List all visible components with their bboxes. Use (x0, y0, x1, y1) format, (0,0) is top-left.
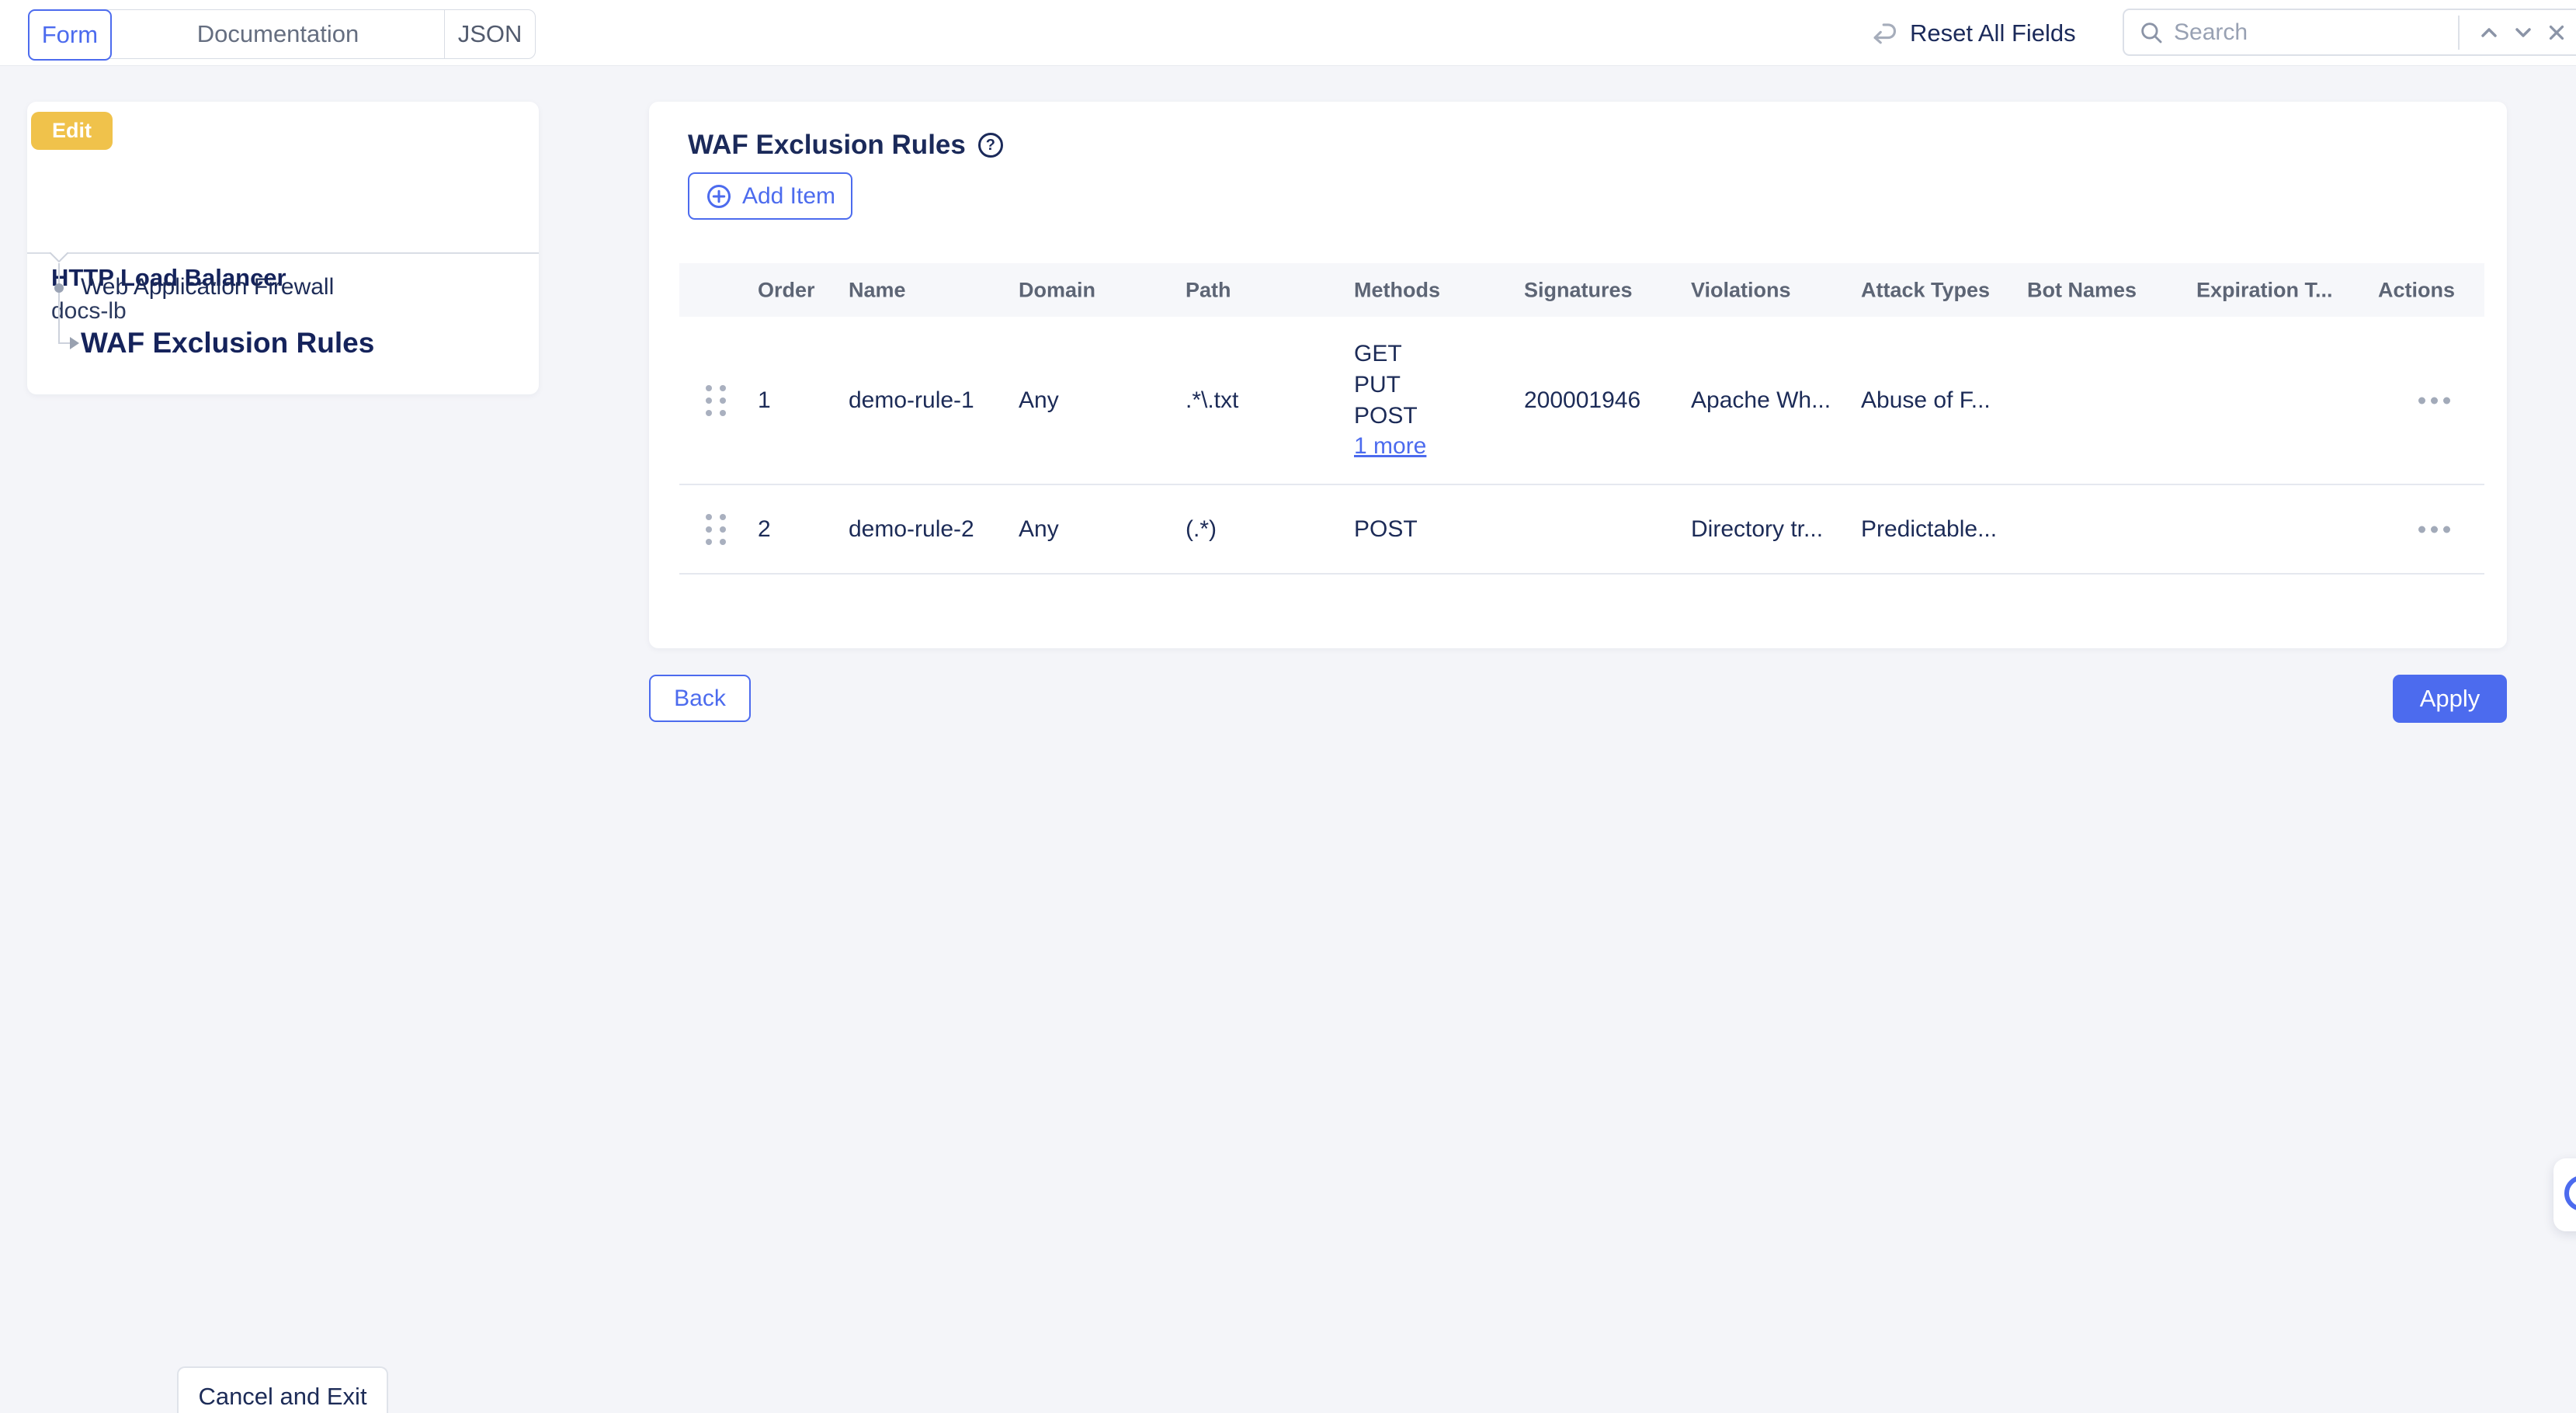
edit-mode-badge: Edit (31, 112, 113, 150)
exclusion-rules-table: Order Name Domain Path Methods Signature… (679, 263, 2484, 575)
column-header-path: Path (1186, 278, 1231, 302)
waf-exclusion-rules-panel: WAF Exclusion Rules ? Add Item Order Nam… (649, 102, 2507, 648)
column-header-methods: Methods (1354, 278, 1440, 302)
table-row: 2 demo-rule-2 Any (.*) POST Directory tr… (679, 485, 2484, 575)
cell-order: 2 (758, 516, 771, 543)
tab-json[interactable]: JSON (444, 10, 535, 58)
sidebar-item-web-application-firewall[interactable]: Web Application Firewall (81, 274, 334, 300)
column-header-violations: Violations (1691, 278, 1791, 302)
section-heading-row: WAF Exclusion Rules ? (688, 130, 1003, 161)
cancel-and-exit-button[interactable]: Cancel and Exit (177, 1366, 388, 1413)
method-value: GET (1354, 338, 1426, 370)
reset-undo-icon (1870, 19, 1899, 48)
object-summary-panel: Edit HTTP Load Balancer docs-lb Web Appl… (27, 102, 539, 394)
cell-signatures: 200001946 (1524, 387, 1640, 414)
tree-connector-line (58, 263, 60, 344)
column-header-signatures: Signatures (1524, 278, 1633, 302)
cell-attack-types: Predictable... (1861, 516, 1997, 543)
search-input[interactable] (2174, 19, 2453, 46)
top-toolbar: Form Documentation JSON Reset All Fields (0, 0, 2576, 66)
reset-all-fields-button[interactable]: Reset All Fields (1870, 0, 2076, 66)
row-actions-menu-icon[interactable] (2412, 391, 2456, 410)
column-header-bot-names: Bot Names (2027, 278, 2137, 302)
view-mode-tabs: Form Documentation JSON (28, 9, 536, 59)
column-header-order: Order (758, 278, 815, 302)
reset-all-fields-label: Reset All Fields (1910, 19, 2076, 47)
column-header-attack-types: Attack Types (1861, 278, 1990, 302)
sidebar-divider (27, 252, 539, 254)
cell-methods: POST (1354, 516, 1418, 543)
object-name: docs-lb (51, 298, 127, 325)
column-header-name: Name (849, 278, 906, 302)
cell-name: demo-rule-1 (849, 387, 974, 414)
search-icon (2138, 19, 2165, 46)
drag-handle-icon[interactable] (703, 382, 729, 419)
tree-elbow-line (59, 342, 70, 344)
cell-order: 1 (758, 387, 771, 414)
cell-path: .*\.txt (1186, 387, 1238, 414)
table-header-row: Order Name Domain Path Methods Signature… (679, 263, 2484, 317)
back-button[interactable]: Back (649, 675, 751, 722)
add-item-button[interactable]: Add Item (688, 172, 852, 220)
cell-path: (.*) (1186, 516, 1217, 543)
tree-arrow-icon (70, 337, 79, 349)
cell-domain: Any (1019, 516, 1059, 543)
search-next-match-button[interactable] (2506, 16, 2540, 50)
floating-help-button[interactable] (2553, 1158, 2576, 1231)
row-actions-menu-icon[interactable] (2412, 519, 2456, 539)
column-header-expiration: Expiration T... (2196, 278, 2333, 302)
search-close-icon[interactable] (2540, 16, 2573, 49)
tab-documentation[interactable]: Documentation (112, 10, 444, 58)
cell-domain: Any (1019, 387, 1059, 414)
page-title: WAF Exclusion Rules (688, 130, 966, 161)
method-value: POST (1354, 401, 1426, 432)
drag-handle-icon[interactable] (703, 511, 729, 548)
cell-attack-types: Abuse of F... (1861, 387, 1991, 414)
cell-name: demo-rule-2 (849, 516, 974, 543)
tree-bullet-icon (54, 283, 64, 293)
cell-methods: GET PUT POST 1 more (1354, 338, 1426, 460)
cell-violations: Directory tr... (1691, 516, 1823, 543)
column-header-domain: Domain (1019, 278, 1095, 302)
table-row: 1 demo-rule-1 Any .*\.txt GET PUT POST 1… (679, 317, 2484, 485)
tab-form[interactable]: Form (28, 9, 112, 61)
apply-button[interactable]: Apply (2393, 675, 2507, 723)
column-header-actions: Actions (2378, 278, 2455, 302)
help-icon[interactable]: ? (978, 133, 1003, 158)
sidebar-item-waf-exclusion-rules[interactable]: WAF Exclusion Rules (81, 327, 374, 359)
search-previous-match-button[interactable] (2472, 16, 2506, 50)
search-box (2123, 9, 2576, 56)
cell-violations: Apache Wh... (1691, 387, 1831, 414)
search-divider (2458, 16, 2460, 50)
show-more-methods-link[interactable]: 1 more (1354, 433, 1426, 460)
add-item-label: Add Item (742, 183, 835, 210)
collapse-chevron-icon (50, 252, 68, 262)
method-value: PUT (1354, 370, 1426, 401)
plus-circle-icon (705, 182, 733, 210)
help-ring-icon (2564, 1175, 2576, 1211)
